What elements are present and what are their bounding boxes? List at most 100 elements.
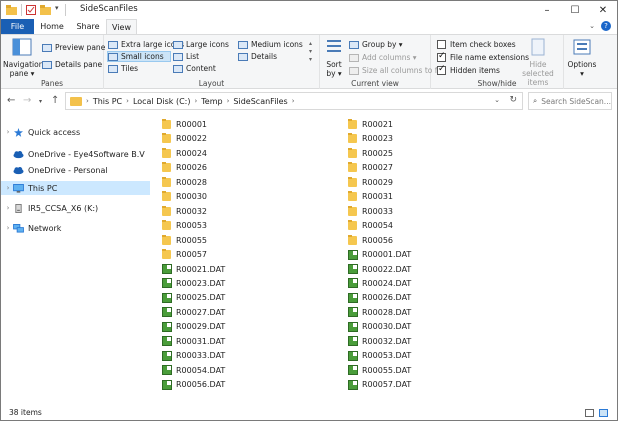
- address-dropdown-icon[interactable]: ⌄: [494, 96, 500, 104]
- hidden-items-checkbox[interactable]: [437, 64, 446, 75]
- file-item[interactable]: R00024.DAT: [348, 277, 411, 290]
- file-item[interactable]: R00055.DAT: [348, 364, 411, 377]
- breadcrumb-separator-icon[interactable]: ›: [194, 97, 197, 105]
- minimize-button[interactable]: –: [533, 1, 561, 19]
- folder-item[interactable]: R00025: [348, 147, 393, 160]
- maximize-button[interactable]: ☐: [561, 1, 589, 19]
- details-view-icon[interactable]: [585, 409, 594, 417]
- layout-small-icons[interactable]: Small icons: [107, 51, 171, 62]
- address-bar[interactable]: › This PC › Local Disk (C:) › Temp › Sid…: [65, 92, 523, 110]
- breadcrumb-temp[interactable]: Temp: [201, 97, 222, 106]
- file-item[interactable]: R00031.DAT: [162, 335, 225, 348]
- nav-ir5-drive[interactable]: › IR5_CCSA_X6 (K:): [1, 201, 150, 215]
- folder-item[interactable]: R00027: [348, 161, 393, 174]
- group-by-button[interactable]: Group by ▾: [349, 40, 403, 49]
- file-item[interactable]: R00026.DAT: [348, 291, 411, 304]
- layout-details[interactable]: Details: [238, 52, 277, 61]
- folder-item[interactable]: R00030: [162, 190, 207, 203]
- close-button[interactable]: ✕: [589, 1, 617, 19]
- file-item[interactable]: R00053.DAT: [348, 349, 411, 362]
- breadcrumb-this-pc[interactable]: This PC: [93, 97, 122, 106]
- breadcrumb-separator-icon[interactable]: ›: [86, 97, 89, 105]
- folder-item[interactable]: R00023: [348, 132, 393, 145]
- preview-pane-button[interactable]: Preview pane: [42, 43, 105, 52]
- file-item[interactable]: R00028.DAT: [348, 306, 411, 319]
- expand-chevron-icon[interactable]: ›: [3, 184, 13, 192]
- recent-locations-chevron-icon[interactable]: ▾: [39, 98, 42, 105]
- layout-tiles[interactable]: Tiles: [108, 64, 138, 73]
- breadcrumb-separator-icon[interactable]: ›: [292, 97, 295, 105]
- nav-onedrive-personal[interactable]: OneDrive - Personal: [1, 163, 150, 177]
- size-columns-button[interactable]: Size all columns to fit: [349, 66, 442, 75]
- file-item[interactable]: R00023.DAT: [162, 277, 225, 290]
- refresh-icon[interactable]: ↻: [509, 95, 517, 105]
- back-arrow-icon[interactable]: ←: [7, 95, 15, 106]
- expand-chevron-icon[interactable]: ›: [3, 224, 13, 232]
- layout-content[interactable]: Content: [173, 64, 216, 73]
- folder-item[interactable]: R00028: [162, 176, 207, 189]
- large-icons-view-icon[interactable]: [599, 409, 608, 417]
- file-item[interactable]: R00030.DAT: [348, 320, 411, 333]
- file-item[interactable]: R00021.DAT: [162, 263, 225, 276]
- nav-network[interactable]: › Network: [1, 221, 150, 235]
- sort-by-button[interactable]: Sort by ▾: [322, 38, 346, 78]
- tab-home[interactable]: Home: [37, 19, 67, 34]
- file-item[interactable]: R00025.DAT: [162, 291, 225, 304]
- file-item[interactable]: R00022.DAT: [348, 263, 411, 276]
- tab-view[interactable]: View: [106, 19, 137, 35]
- file-item[interactable]: R00054.DAT: [162, 364, 225, 377]
- quick-access-toolbar-dropdown-icon[interactable]: ▾: [55, 4, 59, 12]
- hidden-items-toggle[interactable]: Hidden items: [437, 64, 500, 75]
- breadcrumb-separator-icon[interactable]: ›: [227, 97, 230, 105]
- folder-item[interactable]: R00054: [348, 219, 393, 232]
- breadcrumb-local-disk[interactable]: Local Disk (C:): [133, 97, 191, 106]
- folder-item[interactable]: R00029: [348, 176, 393, 189]
- breadcrumb-separator-icon[interactable]: ›: [126, 97, 129, 105]
- folder-item[interactable]: R00056: [348, 234, 393, 247]
- search-input[interactable]: ⌕ Search SideScan...: [528, 92, 612, 110]
- folder-item[interactable]: R00024: [162, 147, 207, 160]
- file-item[interactable]: R00001.DAT: [348, 248, 411, 261]
- breadcrumb-sidescanfiles[interactable]: SideScanFiles: [233, 97, 287, 106]
- details-pane-button[interactable]: Details pane: [42, 60, 102, 69]
- layout-scroll-icon[interactable]: ▴ ▾ ▾: [309, 40, 312, 64]
- folder-item[interactable]: R00031: [348, 190, 393, 203]
- folder-item[interactable]: R00022: [162, 132, 207, 145]
- help-icon[interactable]: ?: [601, 21, 611, 31]
- file-item[interactable]: R00033.DAT: [162, 349, 225, 362]
- collapse-ribbon-icon[interactable]: ⌄: [589, 22, 595, 30]
- file-name-extensions-checkbox[interactable]: [437, 51, 446, 62]
- up-arrow-icon[interactable]: ↑: [51, 95, 59, 106]
- folder-item[interactable]: R00057: [162, 248, 207, 261]
- properties-icon[interactable]: [26, 5, 36, 15]
- new-folder-icon[interactable]: [40, 5, 51, 15]
- layout-large-icons[interactable]: Large icons: [173, 40, 229, 49]
- add-columns-button[interactable]: Add columns ▾: [349, 53, 417, 62]
- layout-list[interactable]: List: [173, 52, 199, 61]
- nav-quick-access[interactable]: › Quick access: [1, 125, 150, 139]
- folder-item[interactable]: R00001: [162, 118, 207, 131]
- expand-chevron-icon[interactable]: ›: [3, 128, 13, 136]
- nav-onedrive-business[interactable]: OneDrive - Eye4Software B.V: [1, 147, 150, 161]
- layout-medium-icons[interactable]: Medium icons: [238, 40, 303, 49]
- navigation-pane-button[interactable]: Navigation pane ▾: [3, 38, 43, 78]
- folder-item[interactable]: R00026: [162, 161, 207, 174]
- expand-chevron-icon[interactable]: ›: [3, 204, 13, 212]
- item-check-boxes-toggle[interactable]: Item check boxes: [437, 40, 516, 49]
- file-item[interactable]: R00056.DAT: [162, 378, 225, 391]
- file-item[interactable]: R00057.DAT: [348, 378, 411, 391]
- file-item[interactable]: R00027.DAT: [162, 306, 225, 319]
- folder-item[interactable]: R00032: [162, 205, 207, 218]
- file-item[interactable]: R00029.DAT: [162, 320, 225, 333]
- forward-arrow-icon[interactable]: →: [23, 95, 31, 106]
- folder-item[interactable]: R00033: [348, 205, 393, 218]
- tab-share[interactable]: Share: [71, 19, 105, 34]
- folder-item[interactable]: R00021: [348, 118, 393, 131]
- nav-this-pc[interactable]: › This PC: [1, 181, 150, 195]
- options-button[interactable]: Options ▾: [566, 38, 598, 78]
- folder-item[interactable]: R00053: [162, 219, 207, 232]
- folder-item[interactable]: R00055: [162, 234, 207, 247]
- tab-file[interactable]: File: [1, 19, 34, 34]
- file-item[interactable]: R00032.DAT: [348, 335, 411, 348]
- item-check-boxes-checkbox[interactable]: [437, 40, 446, 49]
